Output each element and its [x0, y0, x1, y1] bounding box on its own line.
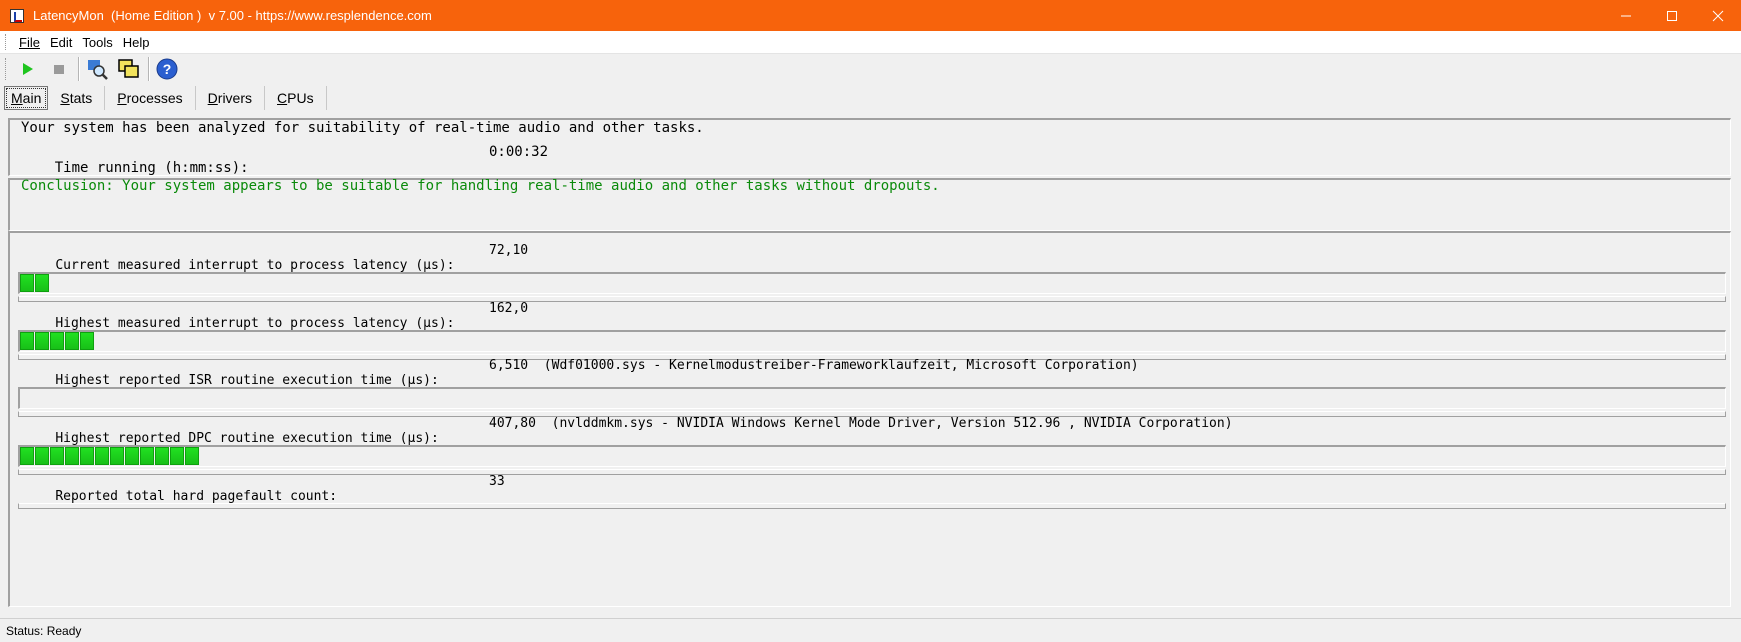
menu-edit[interactable]: Edit [45, 35, 77, 50]
tab-cpus[interactable]: CPUs [265, 86, 327, 110]
analyzed-text: Your system has been analyzed for suitab… [21, 120, 704, 136]
toolbar-separator [78, 57, 80, 81]
conclusion-panel: Conclusion: Your system appears to be su… [8, 178, 1731, 231]
time-running-label: Time running (h:mm:ss): [54, 160, 249, 176]
bar-underline [18, 503, 1726, 509]
bar-segment [140, 447, 154, 465]
conclusion-text: Conclusion: Your system appears to be su… [21, 178, 940, 194]
bar-fill [20, 447, 200, 465]
window-title: LatencyMon (Home Edition ) v 7.00 - http… [33, 8, 432, 23]
tab-cpus-label: CPUs [277, 90, 314, 106]
bar-segment [20, 332, 34, 350]
isr-bar [18, 387, 1726, 409]
bar-segment [110, 447, 124, 465]
toolbar-grip[interactable] [5, 58, 8, 80]
toolbar-separator-2 [148, 57, 150, 81]
menu-file[interactable]: File [14, 35, 45, 50]
bar-segment [170, 447, 184, 465]
bar-segment [50, 447, 64, 465]
menu-help-label: Help [122, 34, 150, 50]
tab-processes-label: Processes [117, 90, 183, 106]
windows-icon [118, 59, 139, 78]
bar-segment [185, 447, 199, 465]
menu-help[interactable]: Help [118, 35, 155, 50]
play-icon [23, 63, 33, 75]
tab-main[interactable]: Main [4, 86, 49, 110]
menu-edit-label: Edit [49, 34, 73, 50]
stop-button[interactable] [46, 56, 72, 82]
minimize-button[interactable] [1603, 0, 1649, 31]
start-button[interactable] [14, 56, 40, 82]
bar-segment [65, 332, 79, 350]
tab-drivers-label: Drivers [207, 90, 253, 106]
bar-segment [35, 274, 49, 292]
tab-stats-label: Stats [60, 90, 93, 106]
status-bar: Status: Ready [0, 618, 1741, 642]
bar-segment [20, 447, 34, 465]
status-text: Status: Ready [6, 623, 82, 638]
metric-value: 407,80 (nvlddmkm.sys - NVIDIA Windows Ke… [489, 416, 1233, 431]
tab-main-label: Main [11, 90, 42, 106]
bar-segment [125, 447, 139, 465]
tab-strip: Main Stats Processes Drivers CPUs [0, 84, 327, 112]
bar-segment [20, 274, 34, 292]
menu-tools[interactable]: Tools [77, 35, 117, 50]
title-bar: LatencyMon (Home Edition ) v 7.00 - http… [0, 0, 1741, 31]
bar-fill [20, 332, 95, 350]
metric-label: Current measured interrupt to process la… [55, 258, 455, 273]
maximize-icon [1667, 10, 1677, 21]
magnifier-icon [88, 60, 108, 80]
metric-value: 162,0 [489, 301, 529, 316]
tab-stats[interactable]: Stats [48, 86, 106, 110]
summary-panel: Your system has been analyzed for suitab… [8, 118, 1731, 176]
menu-grip[interactable] [5, 34, 8, 50]
stop-icon [54, 65, 64, 74]
app-icon [10, 8, 24, 23]
menu-bar: File Edit Tools Help [0, 31, 1741, 54]
bar-fill [20, 274, 50, 292]
metrics-panel: Current measured interrupt to process la… [8, 231, 1731, 607]
dpc-bar [18, 445, 1726, 467]
metric-label: Highest reported ISR routine execution t… [55, 373, 439, 388]
tab-drivers[interactable]: Drivers [196, 86, 266, 110]
maximize-button[interactable] [1649, 0, 1695, 31]
metric-label: Highest reported DPC routine execution t… [55, 431, 439, 446]
analyze-button[interactable] [84, 56, 110, 82]
tab-processes[interactable]: Processes [105, 86, 196, 110]
latency-bar-current [18, 272, 1726, 294]
metric-label: Reported total hard pagefault count: [55, 489, 338, 504]
bar-segment [65, 447, 79, 465]
close-button[interactable] [1695, 0, 1741, 31]
menu-file-label: File [19, 34, 40, 50]
close-icon [1712, 10, 1724, 21]
menu-tools-label: Tools [82, 34, 113, 50]
help-icon: ? [156, 58, 178, 80]
latency-bar-highest [18, 330, 1726, 352]
toolbar: ? [0, 54, 1741, 84]
bar-segment [80, 447, 94, 465]
bar-segment [35, 332, 49, 350]
window-controls [1603, 0, 1741, 31]
help-button[interactable]: ? [154, 56, 180, 82]
bar-segment [80, 332, 94, 350]
bar-segment [50, 332, 64, 350]
metric-value: 33 [489, 474, 505, 489]
minimize-icon [1621, 15, 1631, 16]
svg-text:?: ? [163, 61, 172, 77]
bar-segment [35, 447, 49, 465]
time-running-value: 0:00:32 [489, 144, 549, 160]
bar-segment [155, 447, 169, 465]
metric-label: Highest measured interrupt to process la… [55, 316, 455, 331]
metric-value: 72,10 [489, 243, 529, 258]
metric-value: 6,510 (Wdf01000.sys - Kernelmodustreiber… [489, 358, 1139, 373]
bar-segment [95, 447, 109, 465]
windows-button[interactable] [116, 56, 142, 82]
